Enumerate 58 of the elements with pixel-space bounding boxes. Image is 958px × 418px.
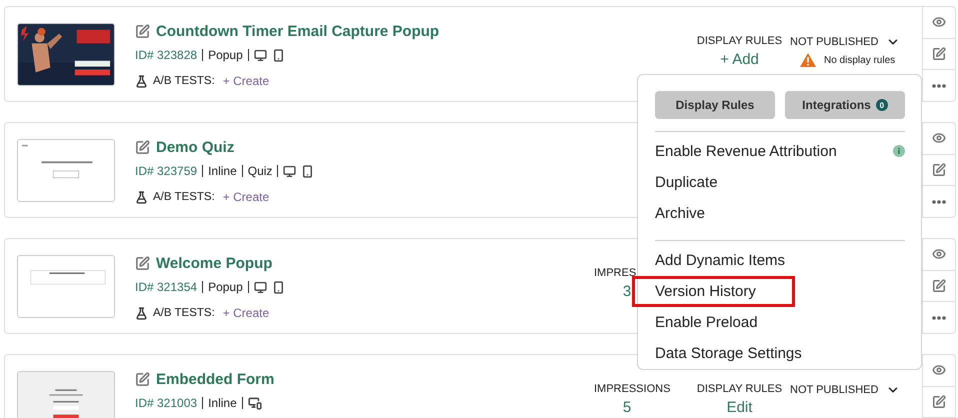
edit-icon <box>932 279 946 293</box>
rules-link[interactable]: Edit <box>726 399 752 416</box>
ab-tests-label: A/B TESTS: <box>153 307 215 319</box>
stat-label: IMPRES <box>594 267 636 279</box>
edit-icon[interactable] <box>135 256 150 271</box>
stat-label: DISPLAY RULES <box>696 383 782 395</box>
more-icon <box>932 84 946 88</box>
create-link[interactable]: + Create <box>222 74 270 88</box>
menu-item[interactable]: Enable Preload <box>655 314 758 332</box>
edit-icon <box>932 163 946 177</box>
menu-button[interactable]: Display Rules <box>655 91 775 119</box>
menu-item[interactable]: Archive <box>655 204 706 222</box>
campaign-id: ID# 321003 <box>135 396 198 410</box>
campaign-title[interactable]: Countdown Timer Email Capture Popup <box>156 23 440 40</box>
more-icon <box>932 316 946 320</box>
count-badge: 0 <box>876 99 888 111</box>
eye-icon <box>932 363 946 378</box>
stat-value: 5 <box>622 399 632 416</box>
warning-icon <box>800 53 816 67</box>
menu-item[interactable]: Enable Revenue Attribution <box>655 142 837 160</box>
campaign-type: Inline <box>208 164 237 178</box>
menu-item[interactable]: Add Dynamic Items <box>655 252 786 270</box>
campaign-type: Quiz <box>248 164 272 178</box>
stat-label: DISPLAY RULES <box>696 35 782 47</box>
status-dropdown[interactable]: NOT PUBLISHED <box>790 383 900 397</box>
campaign-type: Popup <box>208 48 243 62</box>
campaign-type: Popup <box>208 280 243 294</box>
edit-icon <box>932 395 946 409</box>
ab-tests-label: A/B TESTS: <box>153 191 215 203</box>
eye-icon <box>932 131 946 146</box>
create-link[interactable]: + Create <box>222 190 270 204</box>
eye-icon <box>932 247 946 262</box>
eye-icon <box>932 15 946 30</box>
campaign-type: Inline <box>208 396 237 410</box>
more-icon <box>932 200 946 204</box>
edit-icon[interactable] <box>135 24 150 39</box>
edit-icon[interactable] <box>135 140 150 155</box>
campaign-title[interactable]: Welcome Popup <box>156 255 272 272</box>
flask-icon <box>135 190 148 204</box>
flask-icon <box>135 74 148 88</box>
menu-button[interactable]: Integrations 0 <box>785 91 905 119</box>
rules-link[interactable]: + Add <box>720 51 759 68</box>
create-link[interactable]: + Create <box>222 306 270 320</box>
ab-tests-label: A/B TESTS: <box>153 75 215 87</box>
edit-icon <box>932 47 946 61</box>
menu-item[interactable]: Version History <box>655 283 756 300</box>
campaign-title[interactable]: Demo Quiz <box>156 139 234 156</box>
menu-item[interactable]: Data Storage Settings <box>655 345 802 362</box>
campaign-id: ID# 323759 <box>135 164 198 178</box>
menu-item[interactable]: Duplicate <box>655 174 718 191</box>
campaign-id: ID# 323828 <box>135 48 198 62</box>
campaign-id: ID# 321354 <box>135 280 198 294</box>
status-dropdown[interactable]: NOT PUBLISHED <box>790 35 900 49</box>
warning-text: No display rules <box>824 54 896 66</box>
edit-icon[interactable] <box>135 372 150 387</box>
flask-icon <box>135 306 148 320</box>
stat-label: IMPRESSIONS <box>594 383 670 395</box>
campaign-title[interactable]: Embedded Form <box>156 371 274 388</box>
